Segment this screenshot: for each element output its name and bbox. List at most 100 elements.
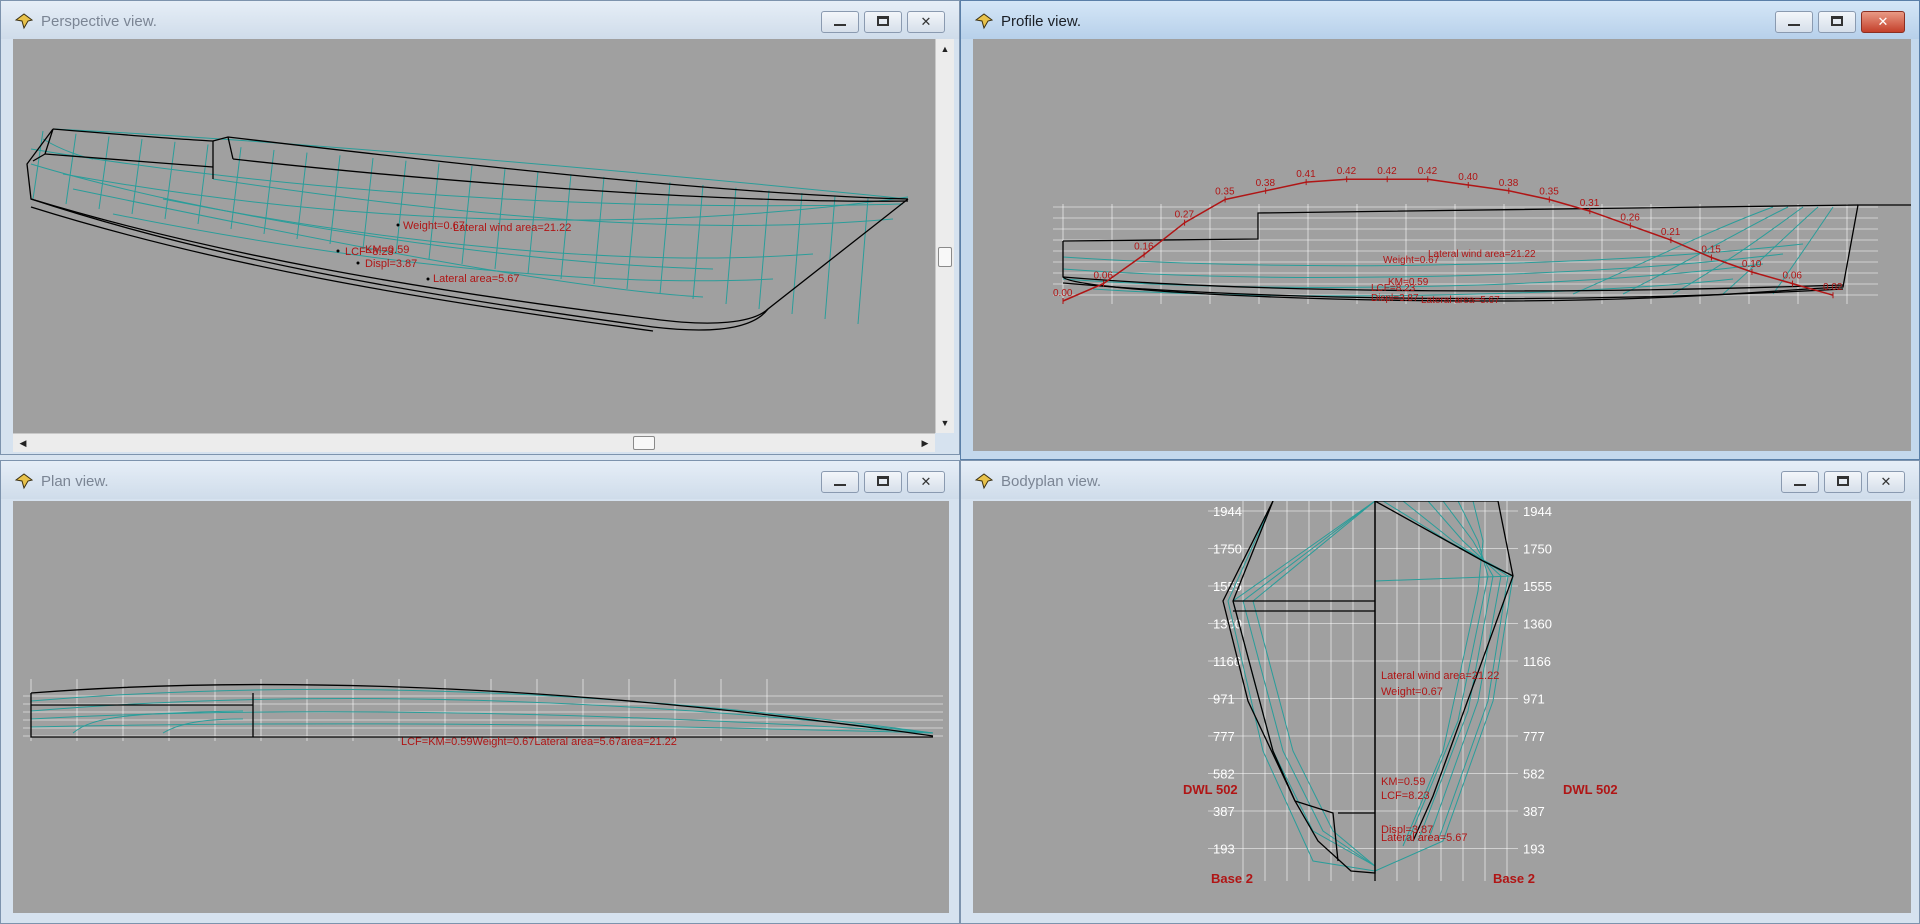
lateral-area-label: Lateral area=5.67 [1421,295,1500,306]
waterline-label-right: 1555 [1523,579,1552,594]
plan-window[interactable]: Plan view. ✕ LCF=KM=0.59Weight=0.67Later… [0,460,960,924]
bodyplan-canvas[interactable]: 1944 1944 1750 1750 1555 1555 1360 1360 1166 1166… [973,501,1911,913]
perspective-canvas[interactable]: Weight=0.67 Lateral wind area=21.22 LCF=… [13,39,935,433]
scroll-left-icon[interactable]: ◀ [15,435,31,451]
plan-canvas[interactable]: LCF=KM=0.59Weight=0.67Lateral area=5.67a… [13,501,949,913]
displ-label: Displ=3.87 [365,258,417,270]
curve-value-label: 0.06 [1094,271,1114,282]
horizontal-scrollbar[interactable]: ◀ ▶ [13,433,935,452]
perspective-titlebar[interactable]: Perspective view. ✕ [1,1,959,39]
curve-value-label: 0.16 [1134,242,1154,253]
window-title: Perspective view. [41,13,157,30]
close-icon: ✕ [1880,474,1892,489]
waterline-label-right: 1750 [1523,542,1552,557]
curve-value-label: 0.00 [1053,288,1073,299]
maximize-icon [877,16,889,26]
base-label-left: Base 2 [1211,871,1253,886]
dwl-label-left: DWL 502 [1183,782,1238,797]
lateral-wind-label: Lateral wind area=21.22 [1381,670,1499,682]
close-button[interactable]: ✕ [907,471,945,493]
minimize-button[interactable] [1775,11,1813,33]
curve-value-label: 0.27 [1175,210,1195,221]
waterline-label-right: 1360 [1523,617,1552,632]
lcf-label: LCF=8.23 [1381,790,1430,802]
maximize-button[interactable] [1824,471,1862,493]
curve-value-label: 0.35 [1539,187,1559,198]
km-label: KM=0.59 [1381,776,1425,788]
curve-value-label: 0.21 [1661,227,1681,238]
curve-value-label: 0.15 [1701,245,1721,256]
vertical-scrollbar[interactable]: ▲ ▼ [935,39,954,433]
profile-titlebar[interactable]: Profile view. ✕ [961,1,1919,39]
curve-value-label: 0.42 [1377,166,1397,177]
maximize-button[interactable] [864,11,902,33]
waterline-label-left: 777 [1213,729,1235,744]
scroll-thumb[interactable] [938,247,952,267]
plan-titlebar[interactable]: Plan view. ✕ [1,461,959,499]
close-icon: ✕ [920,14,932,29]
curve-value-label: 0.38 [1499,178,1519,189]
lateral-wind-label: Lateral wind area=21.22 [1428,249,1536,260]
waterline-label-right: 193 [1523,842,1545,857]
close-button[interactable]: ✕ [1867,471,1905,493]
scroll-down-icon[interactable]: ▼ [937,415,953,431]
lateral-area-label: Lateral area=5.67 [1381,832,1468,844]
curve-value-label: 0.41 [1296,169,1316,180]
window-title: Bodyplan view. [1001,473,1102,490]
maximize-icon [1831,16,1843,26]
curve-value-label: 0.40 [1458,172,1478,183]
lateral-wind-label: Lateral wind area=21.22 [453,222,571,234]
weight-label: Weight=0.67 [1381,686,1443,698]
profile-window[interactable]: Profile view. ✕ 0.00 0.06 0.16 0.27 0.35… [960,0,1920,460]
waterline-label-left: 387 [1213,804,1235,819]
close-button[interactable]: ✕ [907,11,945,33]
maximize-icon [1837,476,1849,486]
minimize-icon [834,484,846,486]
pin-icon [14,473,34,490]
waterline-label-left: 193 [1213,842,1235,857]
waterline-label-right: 582 [1523,767,1545,782]
scroll-right-icon[interactable]: ▶ [917,435,933,451]
curve-value-label: 0.38 [1256,178,1276,189]
waterline-label-left: 582 [1213,767,1235,782]
waterline-label-left: 1750 [1213,542,1242,557]
window-title: Plan view. [41,473,109,490]
waterline-label-left: 1944 [1213,504,1242,519]
lateral-area-label: Lateral area=5.67 [433,273,520,285]
dwl-label-right: DWL 502 [1563,782,1618,797]
scroll-thumb[interactable] [633,436,655,450]
window-title: Profile view. [1001,13,1082,30]
scroll-up-icon[interactable]: ▲ [937,41,953,57]
curve-value-label: 0.02 [1823,282,1843,293]
close-icon: ✕ [1877,14,1889,29]
bodyplan-titlebar[interactable]: Bodyplan view. ✕ [961,461,1919,499]
minimize-button[interactable] [821,471,859,493]
perspective-window[interactable]: Perspective view. ✕ Weight=0.67 Lateral … [0,0,960,455]
bodyplan-window[interactable]: Bodyplan view. ✕ 1944 1944 1750 1750 1555 155… [960,460,1920,924]
base-label-right: Base 2 [1493,871,1535,886]
waterline-label-left: 971 [1213,692,1235,707]
maximize-button[interactable] [1818,11,1856,33]
curve-value-label: 0.06 [1783,271,1803,282]
minimize-icon [1794,484,1806,486]
waterline-label-right: 1166 [1523,654,1551,669]
minimize-button[interactable] [821,11,859,33]
waterline-label-right: 387 [1523,804,1545,819]
minimize-button[interactable] [1781,471,1819,493]
displ-label: Displ=3.87 [1371,293,1419,304]
maximize-icon [877,476,889,486]
maximize-button[interactable] [864,471,902,493]
close-button[interactable]: ✕ [1861,11,1905,33]
minimize-icon [834,24,846,26]
curve-value-label: 0.26 [1620,213,1640,224]
curve-value-label: 0.31 [1580,198,1600,209]
curve-value-label: 0.42 [1418,166,1438,177]
km-label: KM=0.59 [1388,277,1429,288]
pin-icon [974,13,994,30]
km-label: KM=0.59 [365,244,409,256]
profile-canvas[interactable]: 0.00 0.06 0.16 0.27 0.35 0.38 0.41 0.42 0.42 0.42… [973,39,1911,451]
waterline-label-right: 971 [1523,692,1545,707]
waterline-label-right: 1944 [1523,504,1552,519]
hydro-labels-overlap: LCF=KM=0.59Weight=0.67Lateral area=5.67a… [401,736,677,748]
minimize-icon [1788,24,1800,26]
